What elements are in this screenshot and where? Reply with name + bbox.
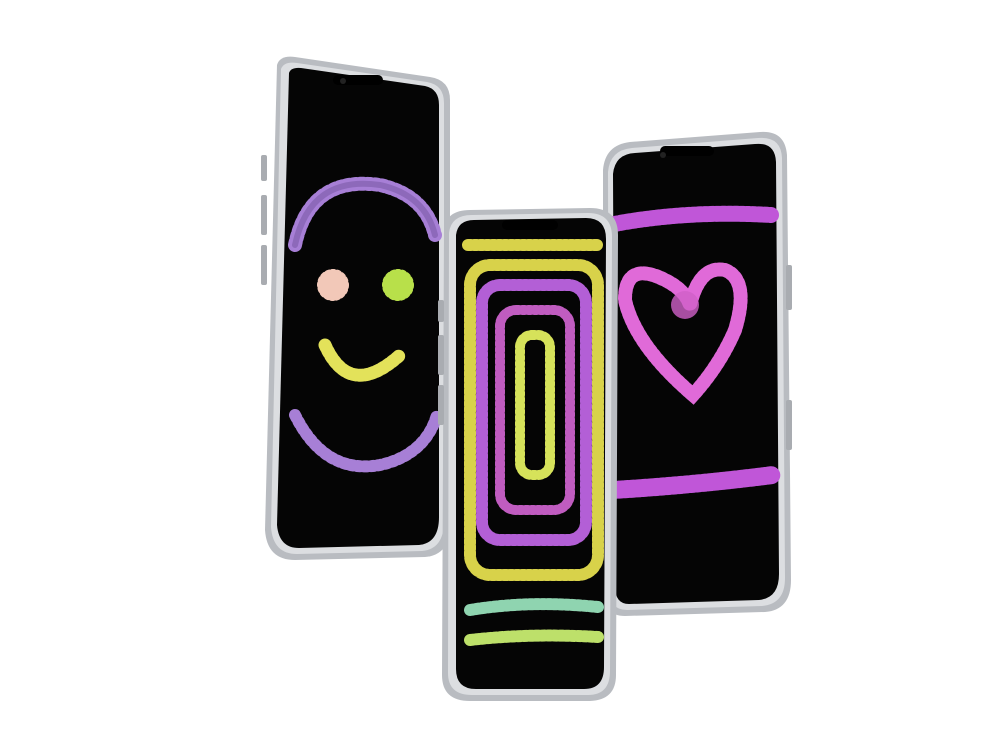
bar-bottom xyxy=(464,629,604,646)
smiley-left-eye xyxy=(317,269,349,301)
power-button xyxy=(786,265,792,310)
smiley-right-eye xyxy=(382,269,414,301)
side-switch xyxy=(438,385,444,425)
phone-mockup-scene xyxy=(0,0,1000,754)
notch xyxy=(660,146,714,156)
volume-up-button xyxy=(261,155,267,181)
camera-icon xyxy=(340,78,346,84)
volume-down-button xyxy=(438,335,444,375)
phone-left-screen xyxy=(277,67,439,548)
side-switch xyxy=(261,245,267,285)
bar-top xyxy=(464,598,604,616)
volume-up-button xyxy=(438,300,444,322)
phone-center xyxy=(430,205,630,705)
volume-down-button xyxy=(261,195,267,235)
camera-icon xyxy=(660,152,666,158)
notch xyxy=(502,220,558,230)
side-button xyxy=(786,400,792,450)
